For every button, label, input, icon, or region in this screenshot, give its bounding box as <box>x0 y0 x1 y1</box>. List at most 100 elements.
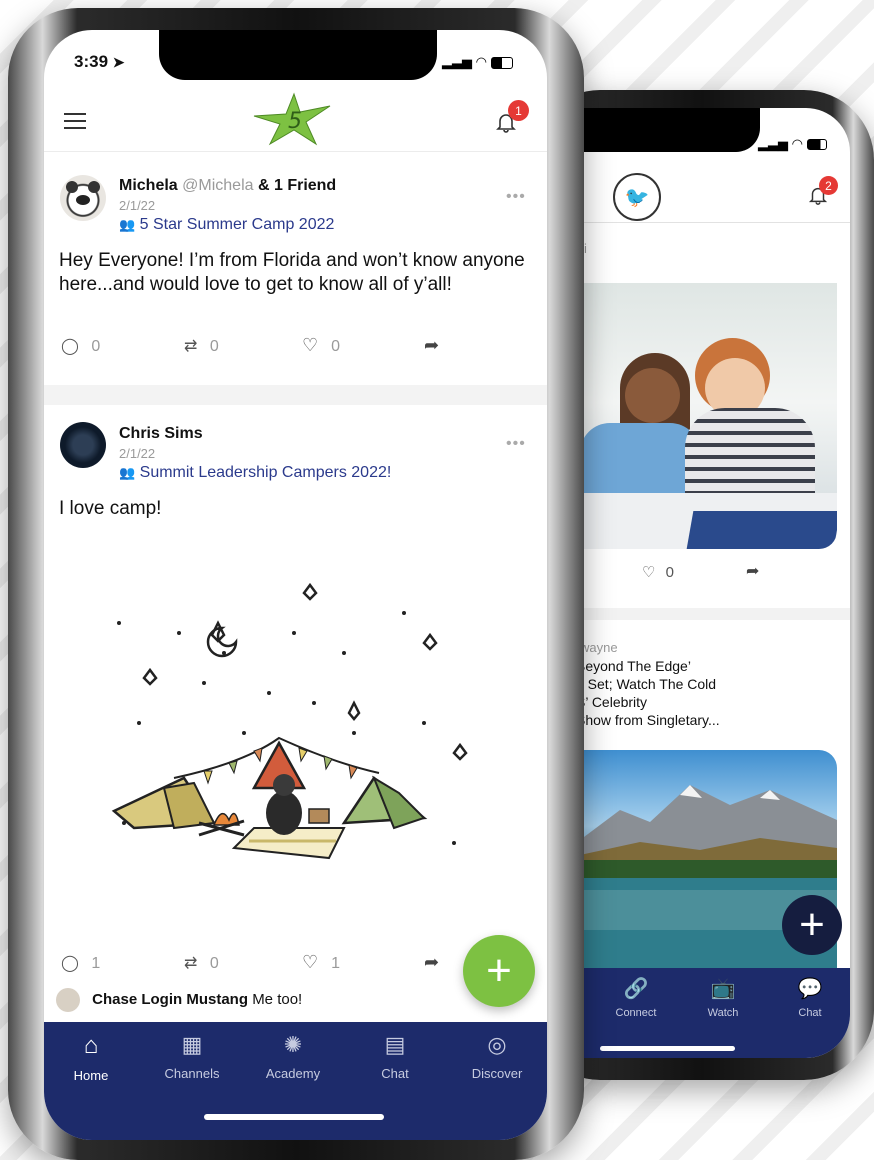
post-date: 2/1/22 <box>119 446 156 461</box>
like-button[interactable]: ♡ 0 <box>302 335 340 356</box>
post-date: 2/1/22 <box>119 198 156 213</box>
more-options-button[interactable]: ••• <box>506 435 526 453</box>
author-handle[interactable]: @Michela <box>182 177 253 194</box>
back-bell-button[interactable]: 2 <box>807 176 838 208</box>
chat-icon: 💬 <box>797 978 823 1000</box>
battery-icon <box>490 56 513 69</box>
share-button[interactable]: ➦ <box>746 561 759 581</box>
author-name[interactable]: Chris Sims <box>119 425 203 443</box>
notification-badge: 1 <box>508 100 529 121</box>
group-name: 5 Star Summer Camp 2022 <box>139 216 335 233</box>
nav-home[interactable]: ⌂ Home <box>56 1032 126 1083</box>
repost-button[interactable]: ⇄ 0 <box>184 953 219 973</box>
bottom-nav: ⌂ Home ▦ Channels ✺ Academy ▤ Chat ◎ Dis… <box>44 1022 547 1140</box>
post-author: wayne <box>580 640 618 655</box>
like-count: 1 <box>331 955 341 972</box>
heart-icon: ♡ <box>642 564 656 581</box>
battery-icon <box>806 139 827 151</box>
share-icon: ➦ <box>424 952 440 972</box>
group-icon: 👥 <box>119 465 136 480</box>
share-icon: ➦ <box>746 563 760 580</box>
friends-tag[interactable]: & 1 Friend <box>258 177 336 194</box>
comment-icon: ◯ <box>61 955 79 972</box>
status-icons: ▂▃▅ ◠ <box>442 54 513 70</box>
back-notch <box>580 108 760 152</box>
home-icon: ⌂ <box>83 1032 99 1059</box>
comment-button[interactable]: ◯ 0 <box>61 336 100 356</box>
group-link[interactable]: 👥 Summit Leadership Campers 2022! <box>119 464 391 482</box>
post-card: Michela @Michela & 1 Friend 2/1/22 👥 5 S… <box>44 152 547 390</box>
avatar[interactable] <box>60 422 106 468</box>
add-post-button[interactable]: + <box>782 895 842 955</box>
tv-icon: 📺 <box>710 978 736 1000</box>
repost-count: 0 <box>209 955 219 972</box>
post-line: e Set; Watch The Cold <box>580 676 717 692</box>
post-image-camp[interactable] <box>104 573 484 883</box>
like-button[interactable]: ♡ 0 <box>642 563 674 581</box>
share-button[interactable]: ➦ <box>424 335 439 356</box>
wifi-icon: ◠ <box>791 136 803 151</box>
back-logo-icon: 🐦 <box>613 173 661 221</box>
bottom-nav: 🔗 Connect 📺 Watch 💬 Chat <box>580 968 850 1058</box>
post-line: S’ Celebrity <box>580 694 648 710</box>
like-count: 0 <box>331 338 341 355</box>
location-icon: ➤ <box>112 54 125 70</box>
post-line: Show from Singletary... <box>580 712 720 728</box>
svg-text:5: 5 <box>288 109 302 134</box>
post-author: i <box>584 241 587 256</box>
nav-label: Academy <box>265 1066 321 1081</box>
add-post-button[interactable]: + <box>463 935 535 1007</box>
time-text: 3:39 <box>74 52 109 71</box>
nav-label: Connect <box>615 1007 657 1019</box>
notification-badge: 2 <box>819 176 838 195</box>
repost-button[interactable]: ⇄ 0 <box>184 336 219 356</box>
front-notch <box>159 30 437 80</box>
nav-academy[interactable]: ✺ Academy <box>258 1032 328 1081</box>
more-options-button[interactable]: ••• <box>506 188 526 206</box>
hamburger-icon <box>64 113 86 129</box>
chat-icon: ▤ <box>384 1032 406 1057</box>
camp-illustration <box>111 582 468 860</box>
group-link[interactable]: 👥 5 Star Summer Camp 2022 <box>119 216 334 234</box>
nav-watch[interactable]: 📺 Watch <box>693 976 753 1019</box>
post-text: Beyond The Edge’ e Set; Watch The Cold S… <box>580 657 720 729</box>
status-time: 3:39 ➤ <box>74 52 125 72</box>
avatar[interactable] <box>60 175 106 221</box>
post-image-kids[interactable] <box>580 283 837 549</box>
notifications-button[interactable]: 1 <box>494 100 529 136</box>
star-logo-icon: 5 <box>253 92 331 146</box>
author-name[interactable]: Michela <box>119 177 178 194</box>
comment-count: 0 <box>91 338 101 355</box>
nav-chat[interactable]: ▤ Chat <box>360 1032 430 1081</box>
post-text: I love camp! <box>59 498 162 519</box>
share-button[interactable]: ➦ <box>424 952 439 973</box>
group-name: Summit Leadership Campers 2022! <box>139 464 392 481</box>
nav-discover[interactable]: ◎ Discover <box>462 1032 532 1081</box>
like-button[interactable]: ♡ 1 <box>302 952 340 973</box>
comment-author[interactable]: Chase Login Mustang <box>92 991 248 1008</box>
signal-icon: ▂▃▅ <box>758 136 788 151</box>
nav-channels[interactable]: ▦ Channels <box>157 1032 227 1081</box>
compass-icon: ◎ <box>487 1032 507 1057</box>
comment-count: 1 <box>91 955 101 972</box>
nav-chat[interactable]: 💬 Chat <box>780 976 840 1019</box>
comment-icon: ◯ <box>61 338 79 355</box>
share-icon: ➦ <box>424 335 440 355</box>
nav-label: Home <box>73 1068 109 1083</box>
back-phone-screen: ▂▃▅ ◠ 🐦 2 i ♡ 0 ➦ wayne Beyond The Edge’… <box>580 108 850 1058</box>
nav-connect[interactable]: 🔗 Connect <box>606 976 666 1019</box>
menu-button[interactable] <box>64 113 86 129</box>
home-indicator <box>600 1046 735 1051</box>
front-phone-screen: 3:39 ➤ ▂▃▅ ◠ 5 1 Michela @Michela & 1 Fr… <box>44 30 547 1140</box>
post-header: Michela @Michela & 1 Friend <box>119 177 336 195</box>
comment-text: Me too! <box>252 990 303 1008</box>
divider <box>44 385 547 405</box>
comment-preview[interactable]: Chase Login Mustang Me too! <box>56 988 302 1012</box>
lightbulb-icon: ✺ <box>283 1032 303 1057</box>
comment-button[interactable]: ◯ 1 <box>61 953 100 973</box>
repost-icon: ⇄ <box>184 955 198 972</box>
divider <box>580 608 850 620</box>
nav-label: Channels <box>164 1066 220 1081</box>
repost-count: 0 <box>209 338 219 355</box>
group-icon: 👥 <box>119 217 136 232</box>
